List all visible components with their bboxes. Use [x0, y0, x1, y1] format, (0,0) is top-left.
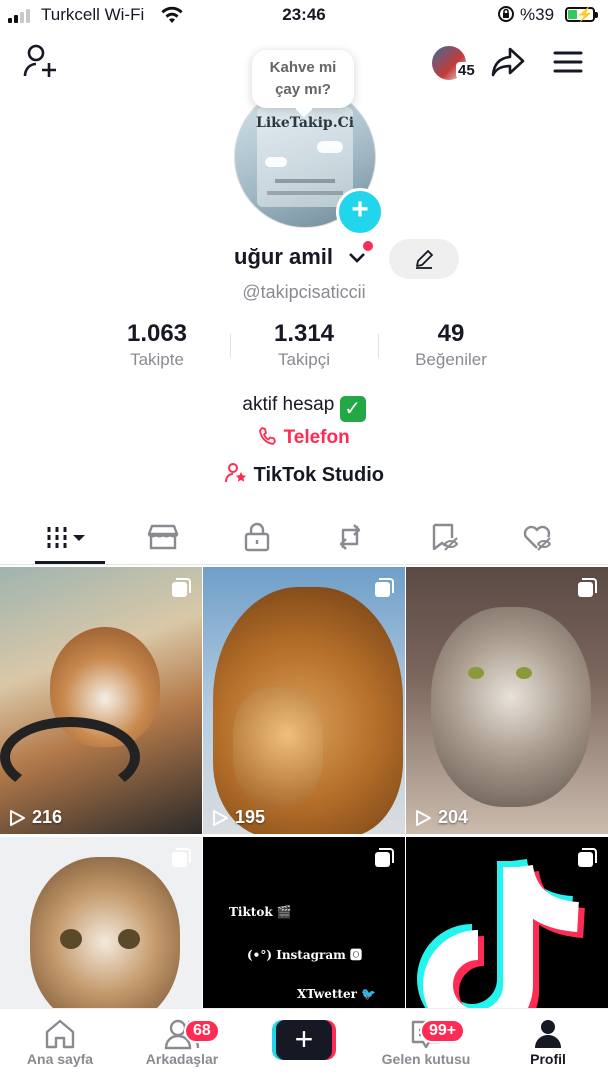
- stat-likes[interactable]: 49 Beğeniler: [381, 320, 521, 370]
- multi-video-icon: [170, 577, 192, 604]
- phone-link[interactable]: Telefon: [0, 426, 608, 449]
- inbox-badge: 99+: [420, 1019, 466, 1043]
- video-thumbnail-tiktok-logo[interactable]: [406, 837, 608, 1008]
- stat-label: Beğeniler: [415, 350, 487, 369]
- share-icon[interactable]: [488, 44, 528, 80]
- phone-label: Telefon: [283, 427, 350, 448]
- social-line: (•°) Instagram 🅾: [247, 948, 362, 962]
- check-mark-icon: ✓: [339, 396, 366, 422]
- social-line: Tiktok 🎬: [229, 905, 292, 919]
- heart-hidden-icon: [523, 525, 552, 551]
- video-thumbnail-cat[interactable]: 204: [406, 567, 608, 834]
- avatar-brand-text: LikeTakip.Ci: [255, 115, 355, 131]
- menu-icon[interactable]: [548, 46, 588, 78]
- multi-video-icon: [576, 847, 598, 874]
- bookmark-hidden-icon: [432, 523, 459, 551]
- nav-label: Profil: [530, 1051, 566, 1067]
- lock-icon: [244, 522, 270, 552]
- view-count-value: 195: [235, 807, 266, 827]
- note-line-1: Kahve mi: [269, 59, 337, 76]
- stat-followers[interactable]: 1.314 Takipçi: [234, 320, 374, 370]
- story-viewers[interactable]: 45: [430, 44, 477, 84]
- bio: aktif hesap ✓: [0, 394, 608, 422]
- shop-icon: [147, 524, 179, 550]
- chevron-down-icon[interactable]: [347, 247, 367, 272]
- studio-label: TikTok Studio: [253, 464, 384, 486]
- tiktok-studio-link[interactable]: TikTok Studio: [0, 462, 608, 487]
- video-thumbnail-kitten[interactable]: [0, 837, 202, 1008]
- nav-label: Gelen kutusu: [381, 1051, 471, 1067]
- video-thumbnail-social-links[interactable]: Tiktok 🎬 (•°) Instagram 🅾 XTwetter 🐦: [203, 837, 405, 1008]
- status-bar: Turkcell Wi-Fi 23:46 %39 ⚡: [0, 0, 608, 32]
- home-icon: [0, 1017, 120, 1051]
- multi-video-icon: [576, 577, 598, 604]
- stat-value: 1.314: [273, 320, 335, 347]
- social-line: XTwetter 🐦: [297, 987, 377, 1001]
- repost-icon: [339, 524, 361, 550]
- profile-icon: [488, 1017, 608, 1051]
- nav-friends[interactable]: Arkadaşlar 68: [122, 1017, 242, 1067]
- nav-label: Ana sayfa: [26, 1051, 94, 1067]
- nav-label: Arkadaşlar: [145, 1051, 219, 1067]
- username[interactable]: uğur amil: [234, 244, 333, 270]
- stat-value: 1.063: [126, 320, 188, 347]
- play-icon: [416, 809, 431, 826]
- nav-profile[interactable]: Profil: [488, 1017, 608, 1067]
- video-thumbnail-lion[interactable]: 195: [203, 567, 405, 834]
- stat-label: Takipçi: [278, 350, 330, 369]
- tab-reposts[interactable]: [315, 512, 385, 562]
- view-count-value: 216: [32, 807, 63, 827]
- add-story-icon[interactable]: +: [336, 188, 384, 236]
- friends-badge: 68: [184, 1019, 220, 1043]
- view-count: 216: [8, 807, 62, 828]
- play-icon: [10, 809, 25, 826]
- clock: 23:46: [282, 5, 326, 24]
- divider: [378, 334, 379, 358]
- grid-bars-icon: [47, 527, 85, 549]
- edit-profile-button[interactable]: [389, 239, 459, 279]
- video-thumbnail-dog[interactable]: 216: [0, 567, 202, 834]
- note-line-2: çay mı?: [275, 81, 331, 98]
- notification-dot: [363, 241, 373, 251]
- divider: [230, 334, 231, 358]
- bio-text: aktif hesap: [242, 394, 335, 415]
- note-bubble[interactable]: Kahve mi çay mı?: [252, 50, 354, 108]
- play-icon: [213, 809, 228, 826]
- view-count: 195: [211, 807, 265, 828]
- tab-divider: [0, 564, 608, 565]
- battery-icon: ⚡: [565, 6, 598, 22]
- plus-icon: +: [276, 1020, 332, 1060]
- stat-value: 49: [437, 320, 465, 347]
- tab-favorites[interactable]: [410, 512, 480, 562]
- pencil-icon: [416, 250, 433, 269]
- nav-inbox[interactable]: Gelen kutusu 99+: [366, 1017, 486, 1067]
- create-button[interactable]: +: [272, 1020, 336, 1060]
- stat-following[interactable]: 1.063 Takipte: [87, 320, 227, 370]
- user-handle: @takipcisaticcii: [242, 282, 366, 302]
- tab-liked[interactable]: [503, 512, 573, 562]
- rotation-lock-icon: [497, 5, 515, 28]
- view-count-value: 204: [438, 807, 469, 827]
- creator-star-icon: [225, 463, 247, 483]
- story-viewers-count: 45: [456, 62, 477, 79]
- stat-label: Takipte: [130, 350, 184, 369]
- nav-home[interactable]: Ana sayfa: [0, 1017, 120, 1067]
- phone-icon: [259, 427, 277, 445]
- view-count: 204: [414, 807, 468, 828]
- multi-video-icon: [170, 847, 192, 874]
- friends-icon: [122, 1017, 242, 1051]
- multi-video-icon: [373, 847, 395, 872]
- multi-video-icon: [373, 577, 395, 604]
- add-friend-icon[interactable]: [20, 42, 62, 80]
- tab-shop[interactable]: [128, 512, 198, 562]
- tab-videos[interactable]: [35, 512, 105, 562]
- tab-private[interactable]: [222, 512, 292, 562]
- battery-percent: %39: [520, 5, 555, 24]
